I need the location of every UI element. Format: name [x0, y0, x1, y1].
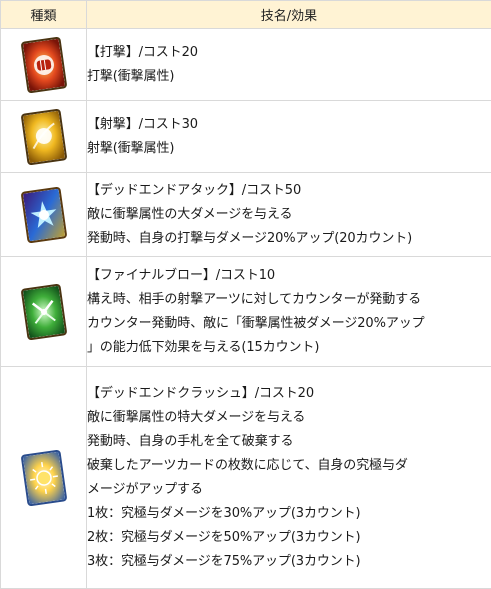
- skill-effect: 構え時、相手の射撃アーツに対してカウンターが発動する: [87, 291, 421, 307]
- skill-cell: 【射撃】/コスト30 射撃(衝撃属性): [86, 100, 491, 173]
- skill-effect: 破棄したアーツカードの枚数に応じて、自身の究極与ダ: [87, 457, 408, 473]
- skill-name: 【デッドエンドアタック】/コスト50: [87, 182, 302, 198]
- skill-effect: 」の能力低下効果を与える(15カウント): [87, 339, 320, 355]
- skill-effect: 打撃(衝撃属性): [87, 68, 175, 84]
- skill-effect: 1枚：究極与ダメージを30%アップ(3カウント): [87, 505, 361, 521]
- skill-effect: 2枚：究極与ダメージを50%アップ(3カウント): [87, 529, 361, 545]
- type-cell: [0, 100, 87, 173]
- sun-burst-card-icon: [20, 448, 67, 507]
- skill-effect: 敵に衝撃属性の特大ダメージを与える: [87, 409, 306, 425]
- skill-name: 【打撃】/コスト20: [87, 44, 198, 60]
- type-cell: [0, 256, 87, 367]
- red-fist-card-icon: [20, 35, 67, 94]
- skill-cell: 【デッドエンドクラッシュ】/コスト20 敵に衝撃属性の特大ダメージを与える 発動…: [86, 366, 491, 589]
- type-cell: [0, 28, 87, 101]
- skill-cell: 【打撃】/コスト20 打撃(衝撃属性): [86, 28, 491, 101]
- table-row: 【打撃】/コスト20 打撃(衝撃属性): [0, 28, 491, 101]
- skill-effect: 発動時、自身の打撃与ダメージ20%アップ(20カウント): [87, 230, 413, 246]
- skill-table: 種類 技名/効果 【打撃】/コスト20 打撃(衝撃属性) 【射撃】/コスト30 …: [0, 0, 491, 589]
- gold-ball-card-icon: [20, 107, 67, 166]
- table-row: 【デッドエンドアタック】/コスト50 敵に衝撃属性の大ダメージを与える 発動時、…: [0, 172, 491, 257]
- skill-effect: メージがアップする: [87, 481, 203, 497]
- green-counter-card-icon: [20, 282, 67, 341]
- skill-effect: 射撃(衝撃属性): [87, 140, 175, 156]
- column-header-type: 種類: [0, 0, 87, 29]
- table-row: 【射撃】/コスト30 射撃(衝撃属性): [0, 100, 491, 173]
- skill-cell: 【ファイナルブロー】/コスト10 構え時、相手の射撃アーツに対してカウンターが発…: [86, 256, 491, 367]
- table-row: 【デッドエンドクラッシュ】/コスト20 敵に衝撃属性の特大ダメージを与える 発動…: [0, 366, 491, 589]
- skill-effect: 敵に衝撃属性の大ダメージを与える: [87, 206, 293, 222]
- type-cell: [0, 172, 87, 257]
- skill-effect: 3枚：究極与ダメージを75%アップ(3カウント): [87, 553, 361, 569]
- blue-burst-card-icon: [20, 185, 67, 244]
- column-header-skill: 技名/効果: [86, 0, 491, 29]
- skill-name: 【射撃】/コスト30: [87, 116, 198, 132]
- table-header-row: 種類 技名/効果: [0, 0, 491, 29]
- table-row: 【ファイナルブロー】/コスト10 構え時、相手の射撃アーツに対してカウンターが発…: [0, 256, 491, 367]
- skill-effect: 発動時、自身の手札を全て破棄する: [87, 433, 294, 449]
- skill-effect: カウンター発動時、敵に「衝撃属性被ダメージ20%アップ: [87, 315, 425, 331]
- skill-name: 【ファイナルブロー】/コスト10: [87, 267, 276, 283]
- type-cell: [0, 366, 87, 589]
- skill-cell: 【デッドエンドアタック】/コスト50 敵に衝撃属性の大ダメージを与える 発動時、…: [86, 172, 491, 257]
- skill-name: 【デッドエンドクラッシュ】/コスト20: [87, 385, 315, 401]
